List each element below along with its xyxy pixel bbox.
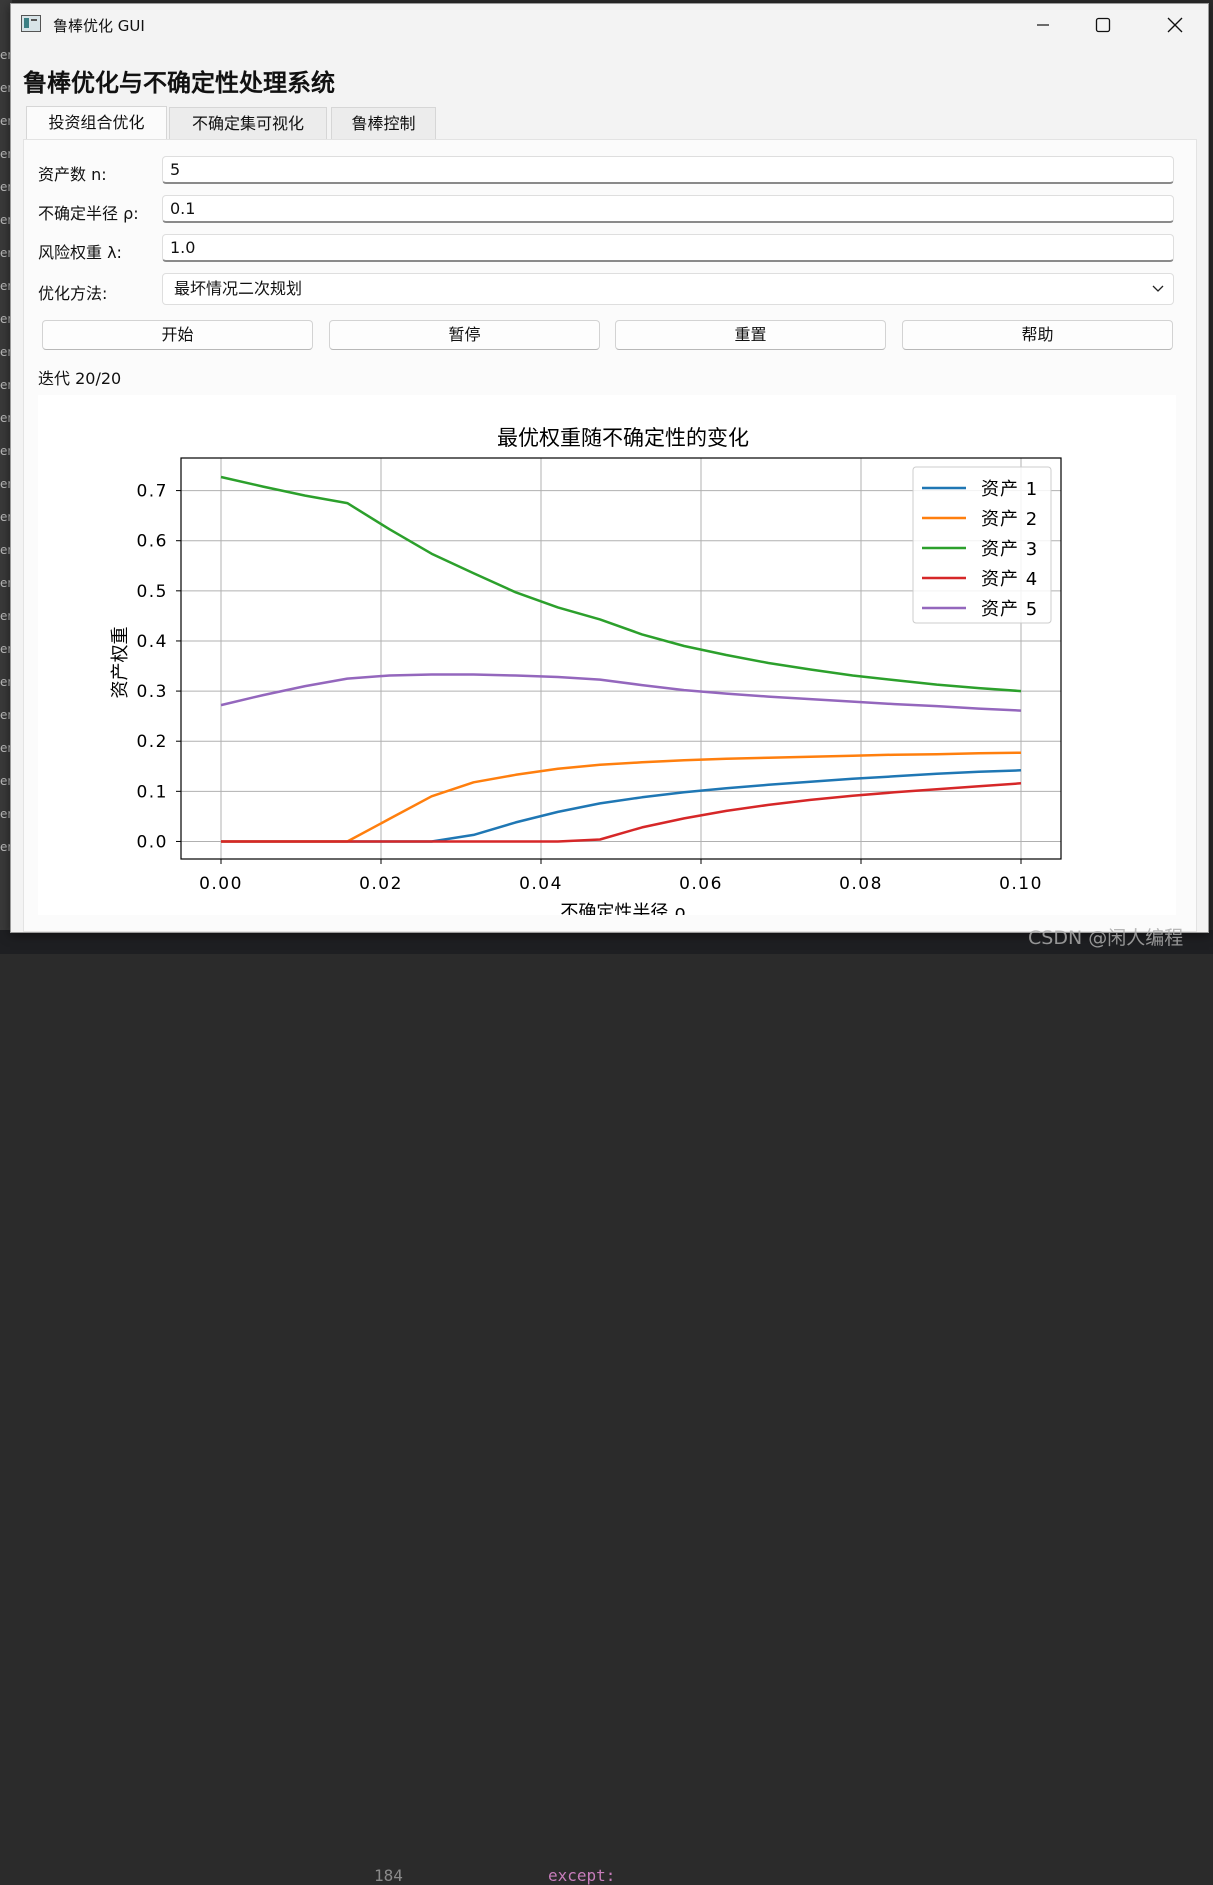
- tab-portfolio[interactable]: 投资组合优化: [26, 106, 167, 140]
- y-tick-label: 0.3: [136, 682, 168, 702]
- help-button[interactable]: 帮助: [902, 320, 1173, 350]
- x-tick-label: 0.00: [199, 874, 243, 894]
- title-bar[interactable]: 鲁棒优化 GUI: [11, 4, 1208, 46]
- series-line: [221, 782, 1022, 843]
- start-button[interactable]: 开始: [42, 320, 313, 350]
- tab-robust-control[interactable]: 鲁棒控制: [331, 107, 436, 139]
- close-button[interactable]: [1151, 4, 1199, 46]
- method-label: 优化方法:: [38, 284, 108, 303]
- radius-label: 不确定半径 ρ:: [38, 204, 139, 223]
- pause-button[interactable]: 暂停: [329, 320, 600, 350]
- method-select[interactable]: 最坏情况二次规划: [162, 273, 1174, 305]
- legend-label: 资产 4: [981, 569, 1038, 590]
- x-axis-label: 不确定性半径 ρ: [560, 902, 685, 915]
- method-select-value: 最坏情况二次规划: [174, 279, 303, 298]
- chevron-down-icon: [1152, 285, 1164, 292]
- x-tick-label: 0.02: [359, 874, 403, 894]
- chart-title: 最优权重随不确定性的变化: [497, 426, 749, 450]
- series-line: [220, 475, 1022, 693]
- y-tick-label: 0.6: [136, 532, 168, 552]
- background-line-number: 184: [374, 1866, 403, 1885]
- reset-button[interactable]: 重置: [615, 320, 886, 350]
- y-axis-label: 资产权重: [110, 627, 131, 699]
- app-window: 鲁棒优化 GUI 鲁棒优化与不确定性处理系统 投资组合优化 不确定集可视化 鲁棒…: [10, 3, 1209, 933]
- y-tick-label: 0.4: [136, 632, 168, 652]
- risk-weight-label: 风险权重 λ:: [38, 243, 122, 262]
- y-tick-label: 0.7: [136, 482, 168, 502]
- close-icon: [1167, 17, 1183, 33]
- watermark: CSDN @闲人编程: [1028, 927, 1184, 949]
- x-tick-label: 0.08: [839, 874, 883, 894]
- maximize-icon: [1095, 17, 1111, 33]
- series-line: [221, 769, 1022, 843]
- radius-input[interactable]: 0.1: [162, 195, 1174, 223]
- legend-label: 资产 2: [981, 509, 1038, 530]
- page-title: 鲁棒优化与不确定性处理系统: [23, 69, 335, 97]
- weights-line-chart: 0.00 0.02 0.04 0.06 0.08 0.10 0.0 0.1 0.2 0.3 0.4 0…: [110, 426, 1062, 915]
- legend-label: 资产 1: [981, 479, 1038, 500]
- y-tick-label: 0.5: [136, 582, 168, 602]
- legend-label: 资产 5: [981, 599, 1038, 620]
- tab-uncertainty-viz[interactable]: 不确定集可视化: [169, 107, 327, 139]
- app-icon: [21, 15, 41, 32]
- series-line: [221, 751, 1022, 843]
- x-tick-label: 0.04: [519, 874, 563, 894]
- iteration-status: 迭代 20/20: [38, 369, 122, 388]
- y-tick-label: 0.2: [136, 732, 168, 752]
- background-code-text: except:: [548, 1866, 616, 1885]
- risk-weight-input[interactable]: 1.0: [162, 234, 1174, 262]
- maximize-button[interactable]: [1079, 4, 1127, 46]
- y-tick-label: 0.0: [136, 832, 168, 852]
- x-tick-label: 0.10: [999, 874, 1043, 894]
- y-tick-label: 0.1: [136, 782, 168, 802]
- asset-count-input[interactable]: 5: [162, 156, 1174, 184]
- minimize-icon: [1037, 24, 1049, 26]
- legend-label: 资产 3: [981, 539, 1038, 560]
- asset-count-label: 资产数 n:: [38, 165, 107, 184]
- x-tick-label: 0.06: [679, 874, 723, 894]
- minimize-button[interactable]: [1019, 4, 1067, 46]
- plot-canvas: 0.00 0.02 0.04 0.06 0.08 0.10 0.0 0.1 0.2 0.3 0.4 0…: [38, 395, 1176, 915]
- window-title: 鲁棒优化 GUI: [53, 17, 145, 35]
